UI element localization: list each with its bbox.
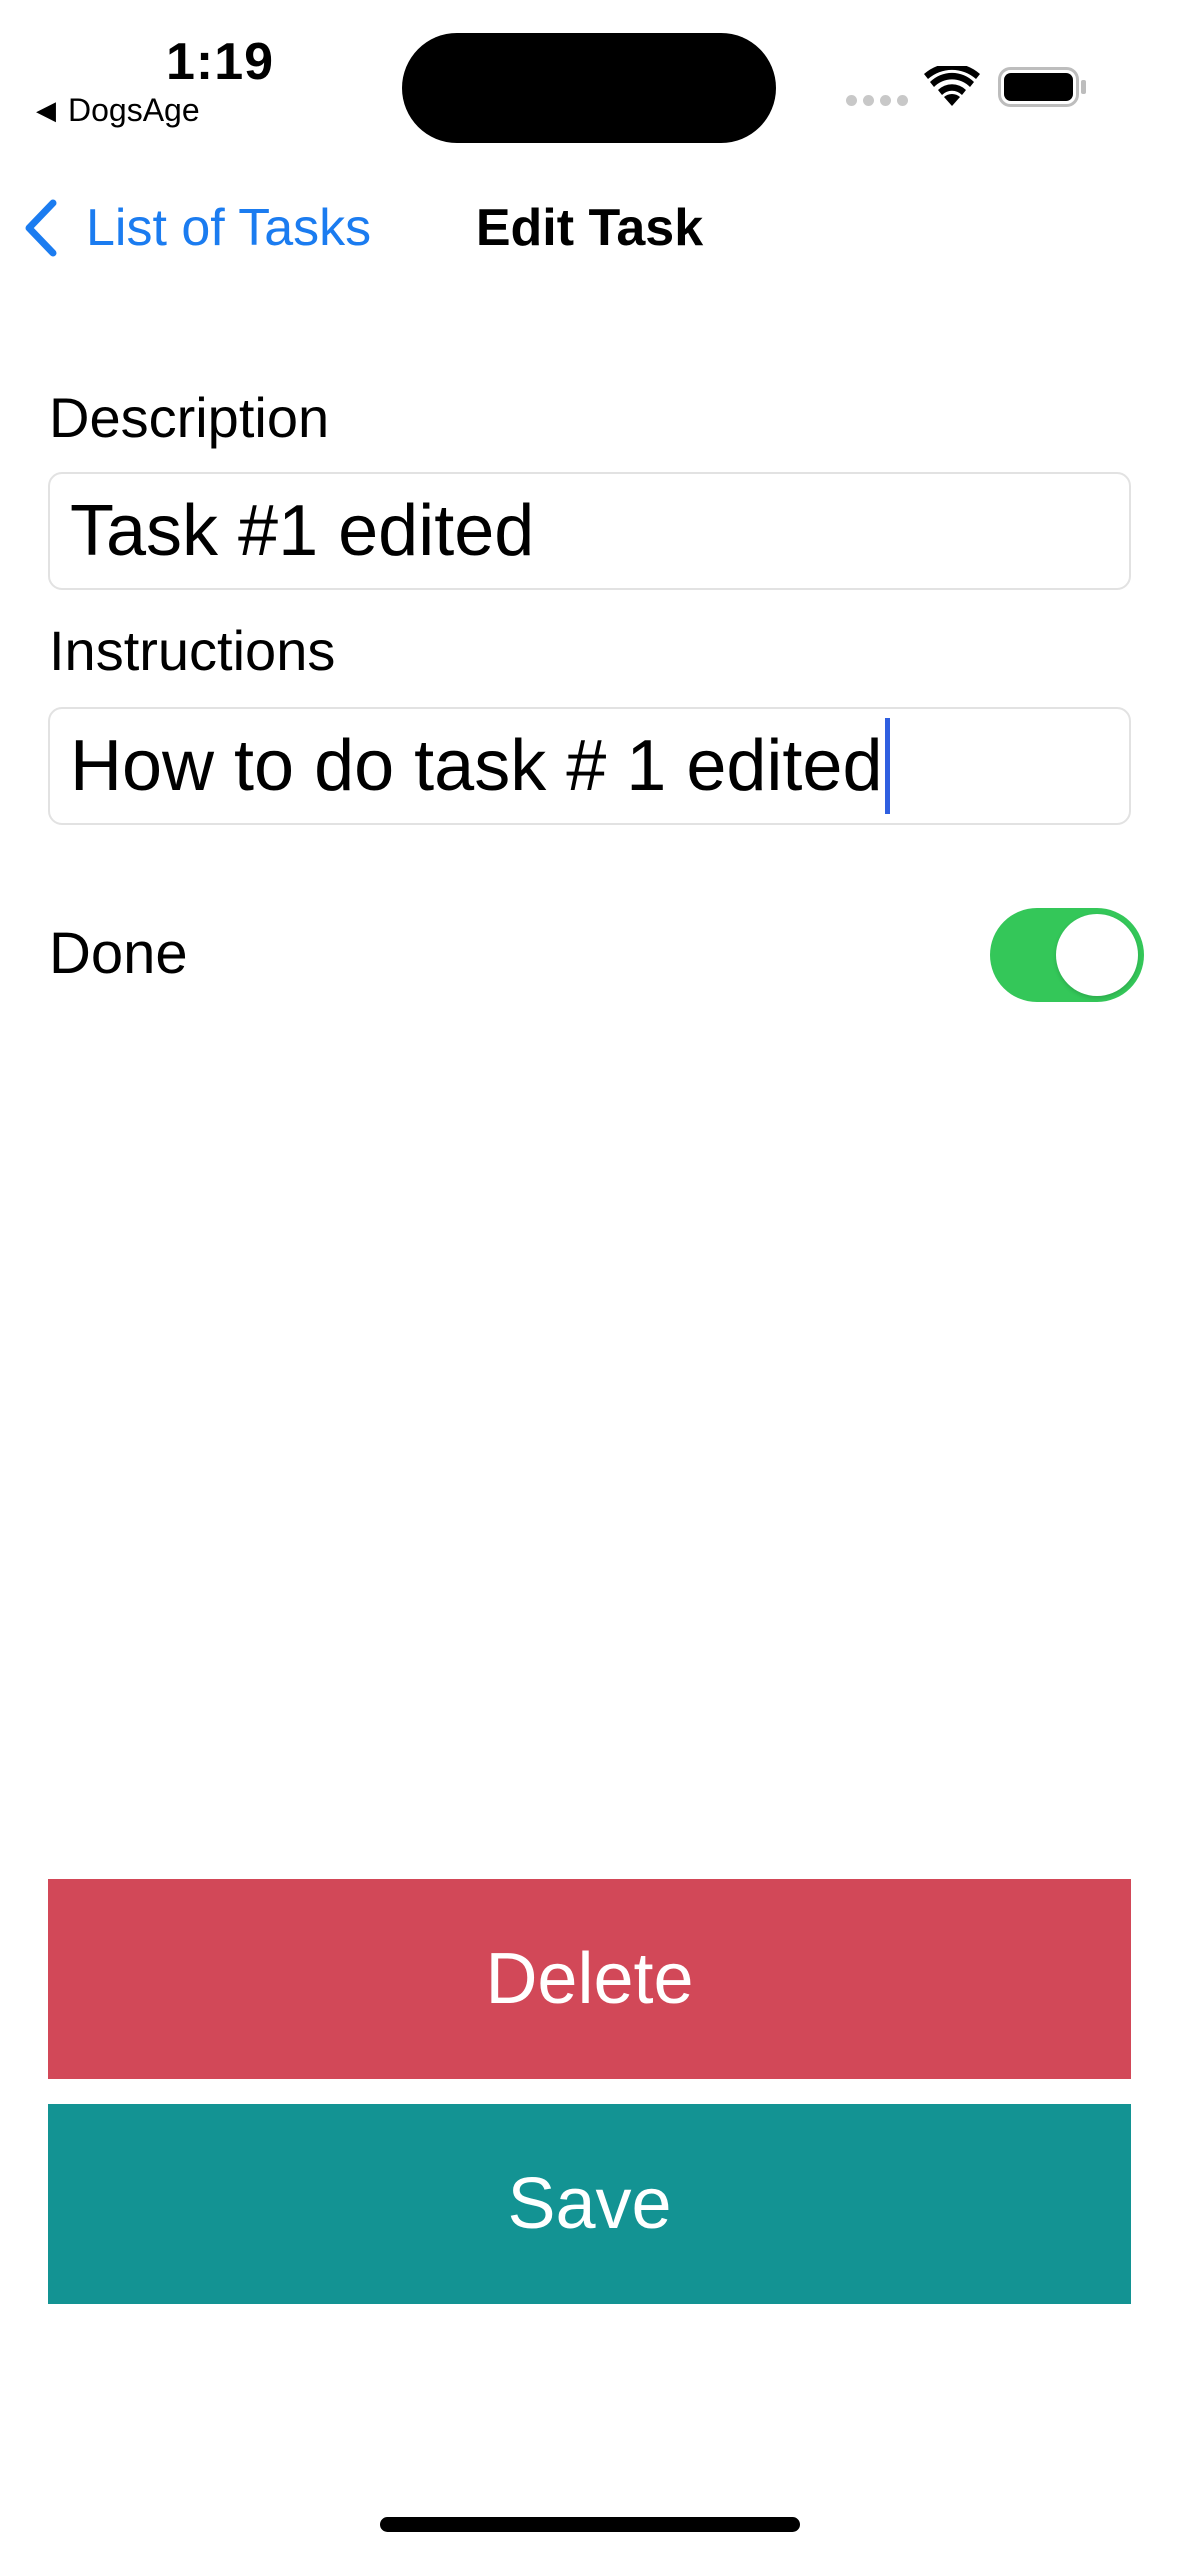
instructions-value: How to do task # 1 edited (70, 726, 883, 806)
wifi-icon (924, 63, 980, 113)
delete-button-label: Delete (485, 1939, 694, 2019)
description-label: Description (49, 386, 330, 449)
back-triangle-icon: ◀ (36, 95, 56, 125)
done-label: Done (49, 921, 188, 986)
dynamic-island (402, 33, 776, 143)
delete-button[interactable]: Delete (48, 1879, 1131, 2079)
save-button[interactable]: Save (48, 2104, 1131, 2304)
description-value: Task #1 edited (70, 491, 535, 571)
status-back-to-app[interactable]: ◀ DogsAge (36, 92, 200, 129)
status-back-app-name: DogsAge (68, 92, 200, 128)
home-indicator[interactable] (380, 2517, 800, 2532)
save-button-label: Save (507, 2164, 672, 2244)
battery-icon (998, 67, 1088, 112)
status-time: 1:19 (166, 33, 275, 91)
cellular-signal-icon (846, 95, 908, 106)
page-title: Edit Task (475, 199, 704, 257)
toggle-knob (1056, 914, 1138, 996)
text-cursor (884, 718, 890, 814)
done-toggle[interactable] (990, 908, 1144, 1002)
description-field[interactable]: Task #1 edited (48, 472, 1131, 590)
instructions-field[interactable]: How to do task # 1 edited (48, 707, 1131, 825)
instructions-label: Instructions (49, 619, 336, 682)
